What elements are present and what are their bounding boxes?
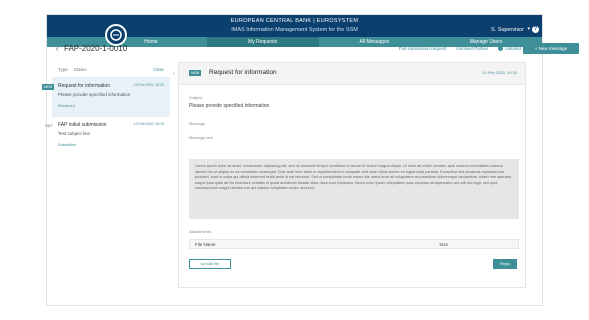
list-item[interactable]: OUT FAP initial submission 12 Feb 2020, …: [45, 116, 170, 155]
message-date: 14 Feb 2020, 10:30: [133, 83, 164, 87]
message-text: Lorem ipsum dolor sit amet, consectetur …: [189, 159, 519, 219]
message-status: Submitted: [58, 142, 77, 147]
message-sub-label: Message text: [189, 135, 213, 140]
type-filter[interactable]: Type: [58, 67, 68, 72]
detail-title: Request for information: [209, 69, 277, 76]
status-indicator: Initiated: [498, 46, 521, 52]
upload-file-button[interactable]: Upload file: [189, 259, 231, 269]
message-label: Message: [189, 121, 206, 126]
chevron-down-icon[interactable]: ▾: [527, 26, 530, 32]
full-submission-link[interactable]: Full submission request: [399, 46, 446, 51]
attachments-table-header: File Name Size: [189, 239, 519, 249]
message-preview: Please provide specified information: [58, 92, 131, 97]
subheader-links: Full submission request Involved Parties…: [399, 46, 521, 52]
status-filter[interactable]: Status: [74, 67, 87, 72]
filter-bar: Type Status Clear: [52, 62, 170, 77]
message-list-panel: Type Status Clear NEW Request for inform…: [42, 62, 170, 282]
detail-header: › NEW Request for information 14 Feb 202…: [173, 63, 525, 85]
back-arrow-icon[interactable]: ‹: [56, 44, 59, 53]
message-date: 12 Feb 2020, 09:15: [133, 122, 164, 126]
nav-my-requests[interactable]: My Requests: [206, 37, 319, 47]
collapse-icon[interactable]: ›: [173, 71, 175, 77]
size-column: Size: [439, 242, 448, 247]
subject-value: Please provide specified information: [189, 103, 270, 109]
subject-label: Subject: [189, 95, 203, 100]
clear-filters-button[interactable]: Clear: [153, 67, 164, 72]
message-detail-panel: › NEW Request for information 14 Feb 202…: [173, 62, 526, 288]
list-item[interactable]: NEW Request for information 14 Feb 2020,…: [42, 77, 170, 116]
message-badge: NEW: [42, 84, 55, 90]
status-label: Initiated: [505, 46, 521, 51]
ecb-logo-icon[interactable]: [105, 24, 127, 46]
attachments-label: Attachments: [189, 229, 212, 234]
message-status: Received: [58, 103, 75, 108]
involved-parties-link[interactable]: Involved Parties: [456, 46, 488, 51]
bank-title: EUROPEAN CENTRAL BANK | EUROSYSTEM: [230, 18, 359, 24]
detail-badge: NEW: [189, 70, 202, 76]
new-message-button[interactable]: + New message: [523, 43, 579, 54]
message-badge: OUT: [45, 124, 53, 128]
file-name-column: File Name: [195, 242, 216, 247]
message-preview: Test subject line: [58, 131, 91, 136]
detail-date: 14 Feb 2020, 10:30: [482, 70, 517, 75]
reply-button[interactable]: Reply: [493, 259, 517, 269]
help-icon[interactable]: ?: [532, 26, 539, 33]
status-dot-icon: [498, 46, 504, 52]
user-menu[interactable]: S. Supervisor: [491, 27, 524, 33]
